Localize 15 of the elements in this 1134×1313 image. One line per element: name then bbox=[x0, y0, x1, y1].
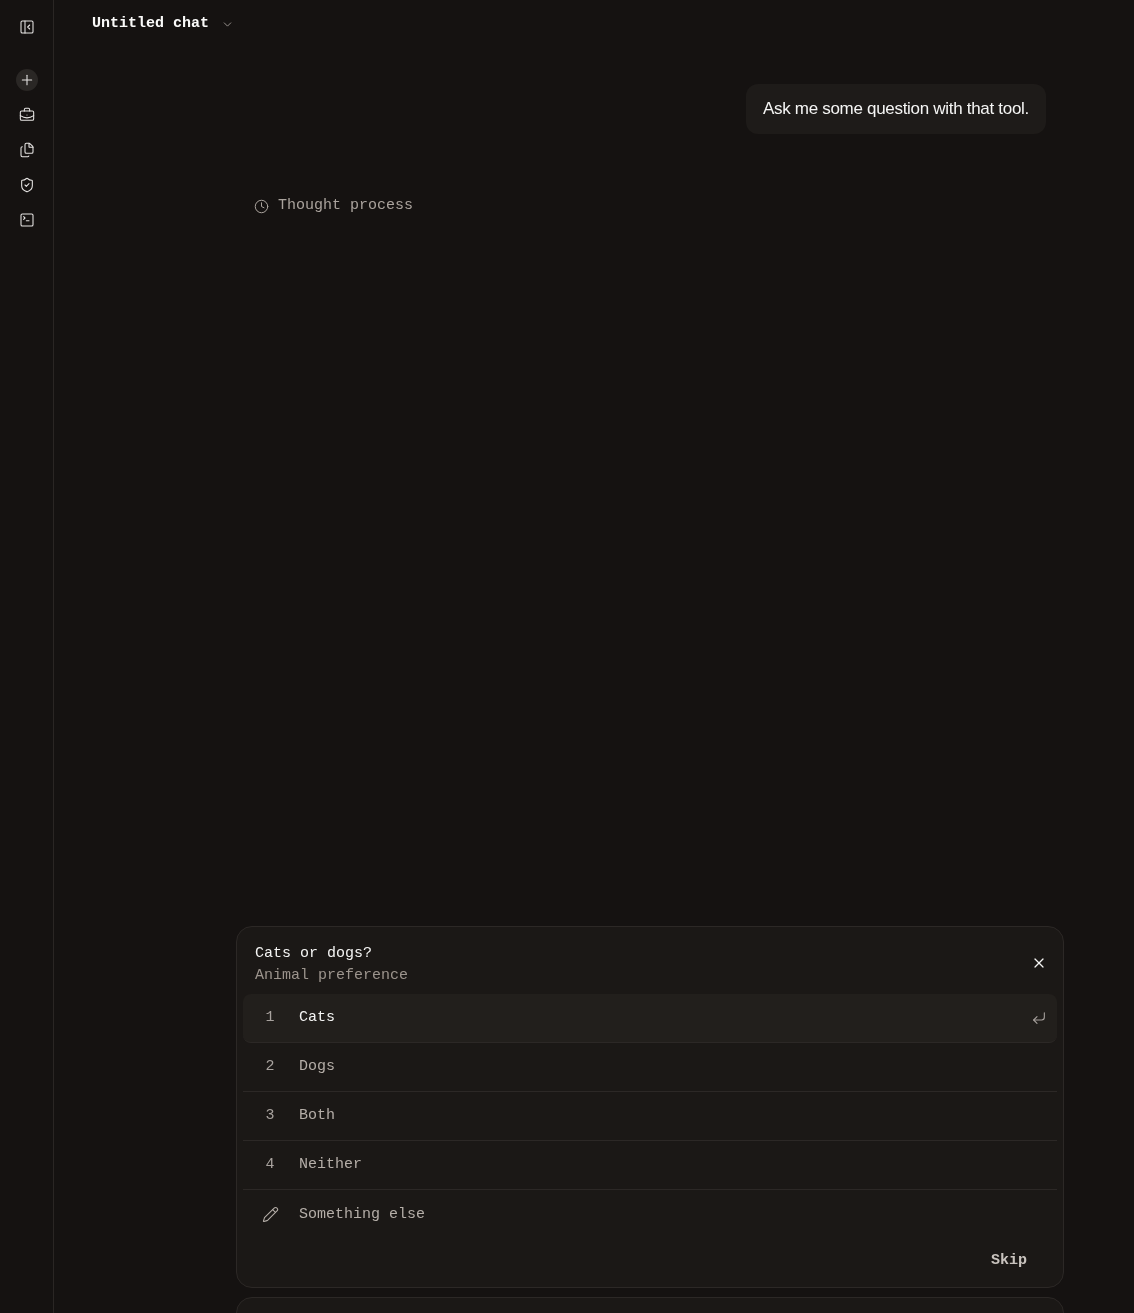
question-title: Cats or dogs? bbox=[255, 944, 374, 964]
answer-option[interactable]: 1 Cats bbox=[243, 994, 1057, 1043]
clock-icon bbox=[254, 198, 269, 214]
skip-button[interactable]: Skip bbox=[991, 1251, 1027, 1271]
thought-process-toggle[interactable]: Thought process bbox=[254, 196, 414, 216]
answer-option[interactable]: 4 Neither bbox=[243, 1141, 1057, 1190]
question-subtitle: Animal preference bbox=[255, 966, 409, 986]
answer-option[interactable]: 2 Dogs bbox=[243, 1043, 1057, 1092]
return-key-icon bbox=[1031, 1010, 1047, 1026]
chat-title-dropdown[interactable]: Untitled chat bbox=[92, 12, 235, 36]
new-chat-icon[interactable] bbox=[15, 69, 38, 91]
pencil-icon bbox=[261, 1206, 279, 1223]
user-message-bubble: Ask me some question with that tool. bbox=[745, 84, 1046, 134]
answer-option[interactable]: Something else bbox=[243, 1190, 1057, 1239]
answer-option[interactable]: 3 Both bbox=[243, 1092, 1057, 1141]
